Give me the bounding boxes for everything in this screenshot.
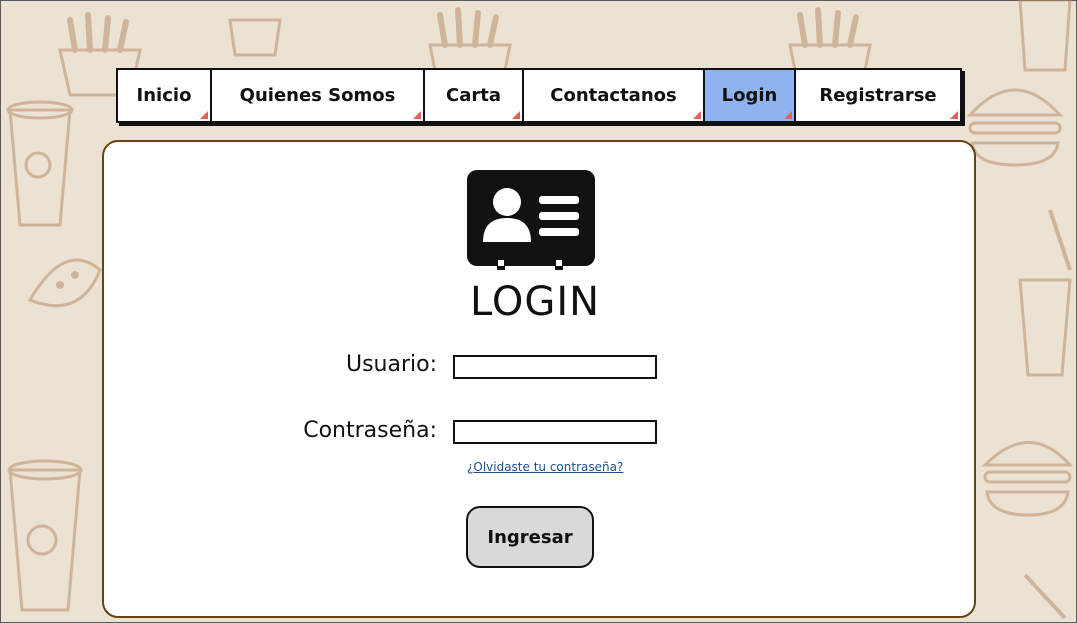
corner-marker-icon <box>200 111 208 119</box>
corner-marker-icon <box>784 111 792 119</box>
password-field[interactable] <box>453 420 657 444</box>
nav-item-login[interactable]: Login <box>705 70 796 121</box>
nav-item-label: Login <box>721 85 778 106</box>
cup-top-icon <box>1018 0 1072 72</box>
nav-item-contactanos[interactable]: Contactanos <box>524 70 705 121</box>
corner-marker-icon <box>413 111 421 119</box>
nav-item-label: Carta <box>446 85 501 106</box>
drink-cup-icon-2 <box>7 459 83 612</box>
page-title: LOGIN <box>470 279 601 325</box>
id-card-icon <box>467 170 595 270</box>
straw-cup-icon <box>1018 209 1072 377</box>
drink-cup-icon <box>6 100 74 227</box>
hotdog-icon <box>27 258 102 308</box>
burger-icon-2 <box>981 441 1074 517</box>
corner-marker-icon <box>512 111 520 119</box>
login-submit-button[interactable]: Ingresar <box>466 506 594 568</box>
forgot-password-link[interactable]: ¿Olvidaste tu contraseña? <box>467 460 623 474</box>
nav-item-quienes-somos[interactable]: Quienes Somos <box>212 70 425 121</box>
nav-item-registrarse[interactable]: Registrarse <box>796 70 960 121</box>
corner-marker-icon <box>950 111 958 119</box>
burger-icon <box>966 88 1064 167</box>
username-field[interactable] <box>453 355 657 379</box>
nav-item-label: Contactanos <box>550 85 677 106</box>
main-nav: Inicio Quienes Somos Carta Contactanos L… <box>116 68 962 123</box>
corner-marker-icon <box>693 111 701 119</box>
nav-item-label: Quienes Somos <box>239 85 396 106</box>
password-label: Contraseña: <box>303 418 437 443</box>
fries-box-icon-3 <box>788 7 872 70</box>
nav-item-label: Registrarse <box>819 85 937 106</box>
nav-item-inicio[interactable]: Inicio <box>118 70 212 121</box>
username-label: Usuario: <box>345 352 437 377</box>
fries-box-icon-2 <box>428 7 512 70</box>
sauce-cup-icon <box>228 18 282 57</box>
nav-item-label: Inicio <box>136 85 192 106</box>
nav-item-carta[interactable]: Carta <box>425 70 524 121</box>
straw-icon <box>1023 573 1067 620</box>
